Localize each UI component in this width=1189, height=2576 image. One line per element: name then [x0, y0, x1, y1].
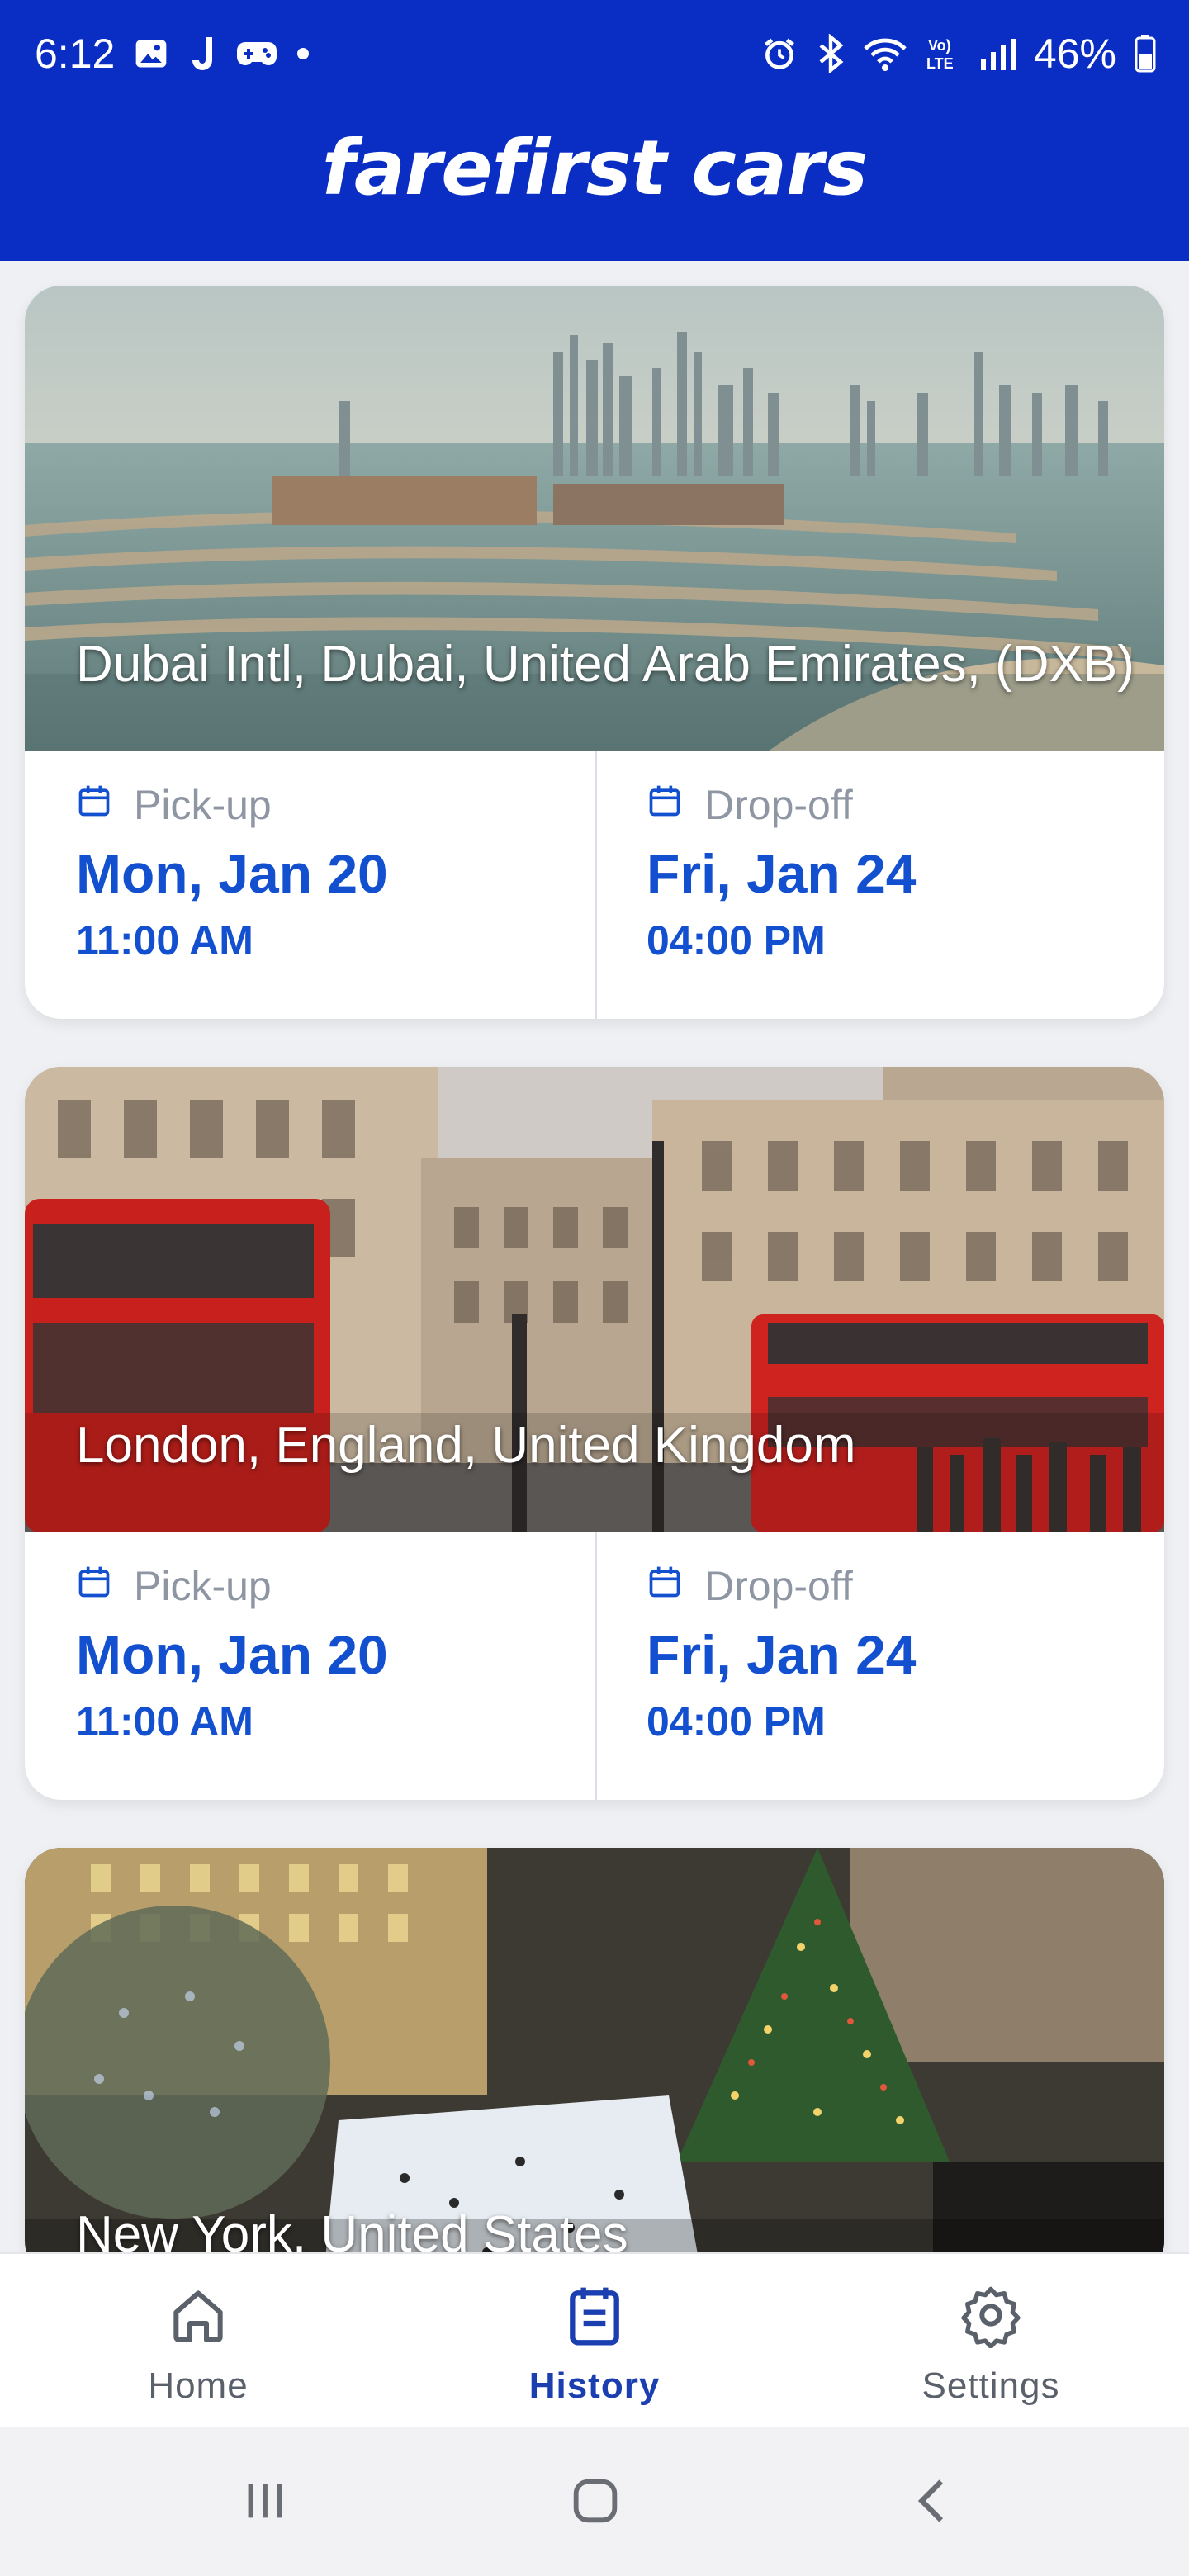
system-navigation-bar — [0, 2427, 1189, 2576]
nav-history-label: History — [528, 2365, 661, 2406]
app-logo: farefirst cars — [321, 124, 868, 212]
date-section: Pick-up Mon, Jan 20 11:00 AM Drop-off Fr… — [25, 751, 1164, 1019]
nav-settings[interactable]: Settings — [793, 2254, 1189, 2427]
calendar-icon — [76, 781, 112, 829]
nav-history[interactable]: History — [396, 2254, 793, 2427]
app-header: 6:12 Vo) LTE 46% farefirst cars — [0, 0, 1189, 261]
nav-settings-label: Settings — [921, 2365, 1060, 2406]
gamepad-icon — [235, 37, 278, 70]
svg-text:LTE: LTE — [926, 55, 954, 72]
pickup-time: 11:00 AM — [76, 1698, 253, 1745]
battery-percent: 46% — [1033, 31, 1116, 77]
j-app-icon — [187, 34, 217, 73]
volte-icon: Vo) LTE — [925, 34, 961, 73]
date-section: Pick-up Mon, Jan 20 11:00 AM Drop-off Fr… — [25, 1532, 1164, 1800]
trip-card[interactable]: New York, United States — [25, 1848, 1164, 2277]
location-name: London, England, United Kingdom — [76, 1417, 856, 1474]
recent-apps-button[interactable] — [236, 2472, 294, 2534]
dropoff-time: 04:00 PM — [647, 917, 826, 964]
history-icon — [561, 2282, 628, 2357]
image-icon — [133, 36, 169, 72]
trip-card[interactable]: Dubai Intl, Dubai, United Arab Emirates,… — [25, 286, 1164, 1019]
back-button[interactable] — [905, 2472, 963, 2534]
settings-icon — [958, 2282, 1024, 2357]
destination-image: Dubai Intl, Dubai, United Arab Emirates,… — [25, 286, 1164, 751]
battery-icon — [1135, 35, 1156, 73]
status-bar: 6:12 Vo) LTE 46% — [0, 0, 1189, 116]
pickup-block[interactable]: Pick-up Mon, Jan 20 11:00 AM — [25, 751, 594, 1019]
signal-icon — [979, 36, 1016, 72]
dropoff-date: Fri, Jan 24 — [647, 1624, 917, 1685]
svg-text:Vo): Vo) — [928, 37, 951, 54]
alarm-icon — [761, 36, 798, 72]
pickup-time: 11:00 AM — [76, 917, 253, 964]
pickup-date: Mon, Jan 20 — [76, 843, 388, 904]
status-time: 6:12 — [35, 31, 116, 77]
calendar-icon — [647, 781, 683, 829]
destination-image: New York, United States — [25, 1848, 1164, 2277]
destination-image: London, England, United Kingdom — [25, 1067, 1164, 1532]
home-icon — [165, 2282, 231, 2357]
pickup-block[interactable]: Pick-up Mon, Jan 20 11:00 AM — [25, 1532, 594, 1800]
dropoff-label: Drop-off — [704, 1563, 853, 1609]
nav-home[interactable]: Home — [0, 2254, 396, 2427]
dropoff-block[interactable]: Drop-off Fri, Jan 24 04:00 PM — [594, 751, 1164, 1019]
dropoff-date: Fri, Jan 24 — [647, 843, 917, 904]
bluetooth-icon — [816, 34, 846, 73]
dropoff-label: Drop-off — [704, 782, 853, 828]
wifi-icon — [864, 36, 907, 72]
nav-home-label: Home — [148, 2365, 249, 2406]
trip-card[interactable]: London, England, United Kingdom Pick-up … — [25, 1067, 1164, 1800]
home-button[interactable] — [566, 2472, 624, 2534]
pickup-label: Pick-up — [134, 1563, 272, 1609]
dropoff-block[interactable]: Drop-off Fri, Jan 24 04:00 PM — [594, 1532, 1164, 1800]
pickup-label: Pick-up — [134, 782, 272, 828]
bottom-navigation: Home History Settings — [0, 2252, 1189, 2427]
dropoff-time: 04:00 PM — [647, 1698, 826, 1745]
dot-icon — [296, 47, 310, 60]
calendar-icon — [76, 1562, 112, 1610]
pickup-date: Mon, Jan 20 — [76, 1624, 388, 1685]
location-name: Dubai Intl, Dubai, United Arab Emirates,… — [76, 636, 1135, 693]
calendar-icon — [647, 1562, 683, 1610]
